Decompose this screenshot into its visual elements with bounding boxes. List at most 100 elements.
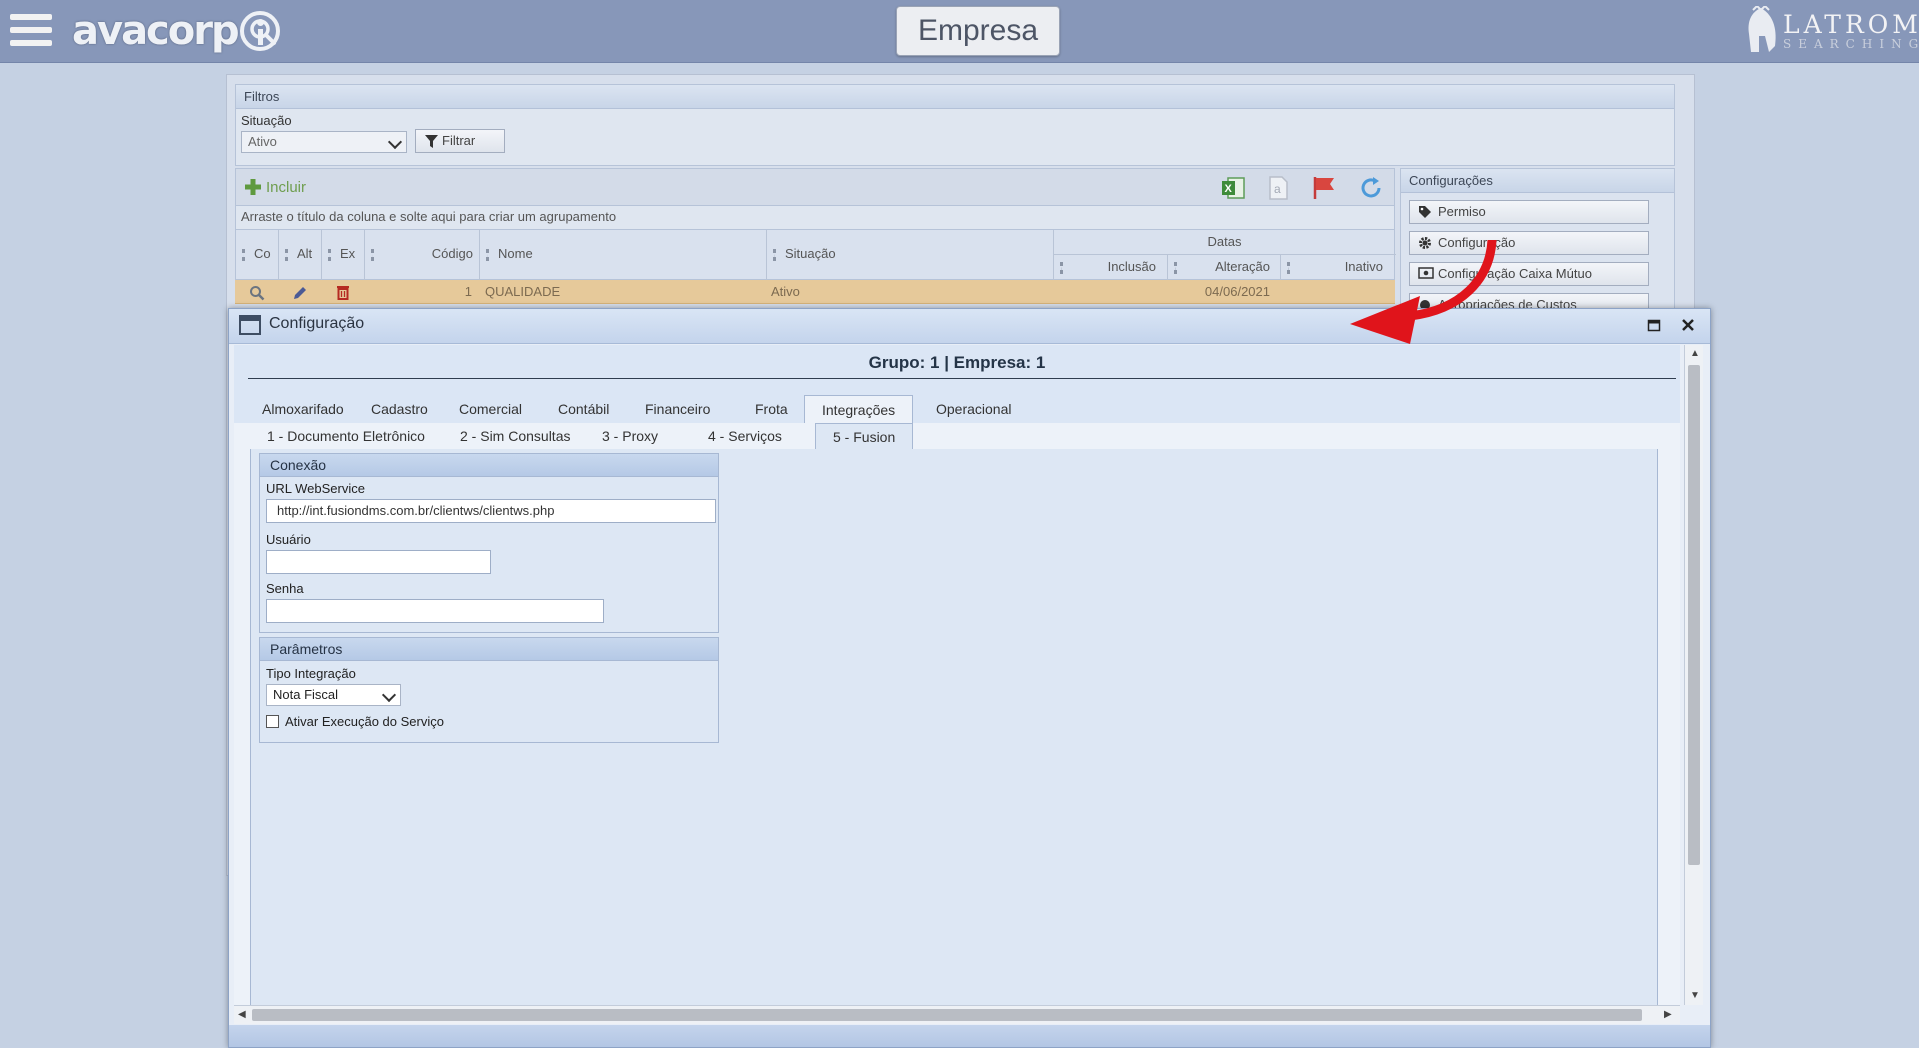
subtab-sim-consultas[interactable]: 2 - Sim Consultas: [443, 423, 587, 449]
main-tabs: Almoxarifado Cadastro Comercial Contábil…: [234, 395, 1680, 423]
horizontal-scroll-thumb[interactable]: [252, 1009, 1642, 1021]
conexao-title: Conexão: [260, 454, 718, 477]
cell-situacao: Ativo: [771, 284, 800, 299]
horizontal-scrollbar[interactable]: ◀ ▶: [234, 1005, 1680, 1024]
trash-icon[interactable]: [336, 284, 350, 300]
scroll-down-icon[interactable]: ▼: [1690, 990, 1700, 1001]
document-icon[interactable]: a: [1266, 175, 1290, 201]
filters-panel: Filtros Situação Ativo Filtrar: [235, 84, 1675, 166]
col-inclusao[interactable]: Inclusão: [1060, 257, 1160, 277]
scroll-left-icon[interactable]: ◀: [238, 1009, 246, 1020]
col-alteracao[interactable]: Alteração: [1174, 257, 1274, 277]
grid-header: Co Alt Ex Código Nome Situação Datas Inc…: [235, 230, 1396, 280]
include-button[interactable]: Incluir: [244, 176, 306, 198]
ativar-execucao-checkbox[interactable]: [266, 715, 279, 728]
tab-comercial[interactable]: Comercial: [442, 395, 539, 423]
ativar-execucao-label: Ativar Execução do Serviço: [285, 714, 444, 729]
brand-name: LATROMI: [1783, 10, 1919, 39]
tab-integracoes[interactable]: Integrações: [804, 395, 914, 423]
col-situacao[interactable]: Situação: [773, 244, 836, 264]
svg-text:X: X: [1225, 183, 1233, 195]
subtab-proxy[interactable]: 3 - Proxy: [585, 423, 675, 449]
scroll-up-icon[interactable]: ▲: [1690, 348, 1700, 359]
funnel-icon: [425, 135, 438, 148]
logo-text: avacorp: [72, 8, 240, 54]
view-icon[interactable]: [249, 285, 265, 301]
page-title: Empresa: [896, 6, 1060, 56]
include-button-label: Incluir: [266, 178, 307, 196]
tipo-integracao-label: Tipo Integração: [266, 666, 356, 681]
vertical-scrollbar[interactable]: ▲ ▼: [1684, 345, 1703, 1005]
configuration-dialog: Configuração Grupo: 1 | Empresa: 1 Almox…: [228, 308, 1711, 1048]
latromi-logo: LATROMI SEARCHING: [1739, 4, 1919, 56]
refresh-icon[interactable]: [1358, 175, 1384, 201]
parametros-title: Parâmetros: [260, 638, 718, 661]
filter-button-label: Filtrar: [442, 133, 476, 148]
heading-divider: [248, 378, 1676, 379]
group-company-heading: Grupo: 1 | Empresa: 1: [868, 353, 1046, 372]
subtab-fusion[interactable]: 5 - Fusion: [815, 423, 914, 449]
situacao-select[interactable]: Ativo: [241, 131, 407, 153]
tipo-integracao-select[interactable]: Nota Fiscal: [266, 684, 401, 706]
group-drop-zone[interactable]: Arraste o título da coluna e solte aqui …: [235, 206, 1395, 230]
grid-toolbar: X a: [235, 168, 1395, 206]
url-webservice-input[interactable]: http://int.fusiondms.com.br/clientws/cli…: [266, 499, 716, 523]
red-arrow-annotation-icon: [1350, 240, 1497, 344]
url-webservice-label: URL WebService: [266, 481, 365, 496]
table-row[interactable]: 1 QUALIDADE Ativo 04/06/2021: [235, 280, 1395, 304]
fusion-tab-panel: Conexão URL WebService http://int.fusion…: [250, 449, 1658, 1005]
cell-codigo: 1: [464, 284, 472, 299]
filters-title: Filtros: [236, 85, 1674, 109]
cell-alteracao: 04/06/2021: [1204, 284, 1270, 299]
chevron-down-icon: [387, 134, 403, 150]
situacao-label: Situação: [241, 113, 292, 128]
conexao-group: Conexão URL WebService http://int.fusion…: [259, 453, 719, 633]
hamburger-menu-icon[interactable]: [10, 12, 52, 48]
col-consultar[interactable]: Co: [242, 244, 271, 264]
tag-icon: [1419, 206, 1431, 218]
sub-tabs: 1 - Documento Eletrônico 2 - Sim Consult…: [250, 423, 1670, 449]
usuario-label: Usuário: [266, 532, 311, 547]
search-icon[interactable]: [249, 18, 277, 46]
tab-cadastro[interactable]: Cadastro: [354, 395, 445, 423]
flag-icon[interactable]: [1311, 175, 1337, 201]
situacao-value: Ativo: [248, 134, 277, 149]
brand-subtitle: SEARCHING: [1783, 37, 1919, 51]
scroll-right-icon[interactable]: ▶: [1664, 1009, 1672, 1020]
dialog-body: Grupo: 1 | Empresa: 1 Almoxarifado Cadas…: [234, 345, 1680, 1005]
vertical-scroll-thumb[interactable]: [1688, 365, 1700, 865]
maximize-icon[interactable]: [1647, 318, 1661, 332]
col-nome[interactable]: Nome: [486, 244, 533, 264]
window-icon: [239, 315, 261, 335]
tab-financeiro[interactable]: Financeiro: [628, 395, 727, 423]
ativar-execucao-row: Ativar Execução do Serviço: [266, 714, 444, 729]
usuario-input[interactable]: [266, 550, 491, 574]
parametros-group: Parâmetros Tipo Integração Nota Fiscal A…: [259, 637, 719, 743]
permiso-button[interactable]: Permiso: [1409, 200, 1649, 224]
senha-input[interactable]: [266, 599, 604, 623]
tab-almoxarifado[interactable]: Almoxarifado: [245, 395, 361, 423]
edit-icon[interactable]: [292, 285, 308, 301]
subtab-servicos[interactable]: 4 - Serviços: [691, 423, 799, 449]
chevron-down-icon: [381, 687, 397, 703]
col-excluir[interactable]: Ex: [328, 244, 355, 264]
tab-contabil[interactable]: Contábil: [541, 395, 626, 423]
dialog-footer: [229, 1025, 1710, 1047]
integracoes-tab-panel: 1 - Documento Eletrônico 2 - Sim Consult…: [234, 423, 1680, 1005]
helmet-icon: [1748, 6, 1776, 52]
filter-button[interactable]: Filtrar: [415, 129, 505, 153]
cell-nome: QUALIDADE: [485, 284, 561, 299]
col-alterar[interactable]: Alt: [285, 244, 312, 264]
senha-label: Senha: [266, 581, 304, 596]
subtab-documento-eletronico[interactable]: 1 - Documento Eletrônico: [250, 423, 442, 449]
col-codigo[interactable]: Código: [371, 244, 473, 264]
tab-frota[interactable]: Frota: [738, 395, 805, 423]
tab-operacional[interactable]: Operacional: [919, 395, 1029, 423]
tipo-integracao-value: Nota Fiscal: [273, 687, 339, 702]
svg-text:a: a: [1274, 182, 1281, 196]
excel-export-icon[interactable]: X: [1220, 175, 1246, 201]
dialog-title: Configuração: [269, 315, 365, 332]
plus-icon: [245, 179, 261, 195]
configurations-title: Configurações: [1401, 169, 1674, 193]
close-icon[interactable]: [1679, 316, 1697, 334]
